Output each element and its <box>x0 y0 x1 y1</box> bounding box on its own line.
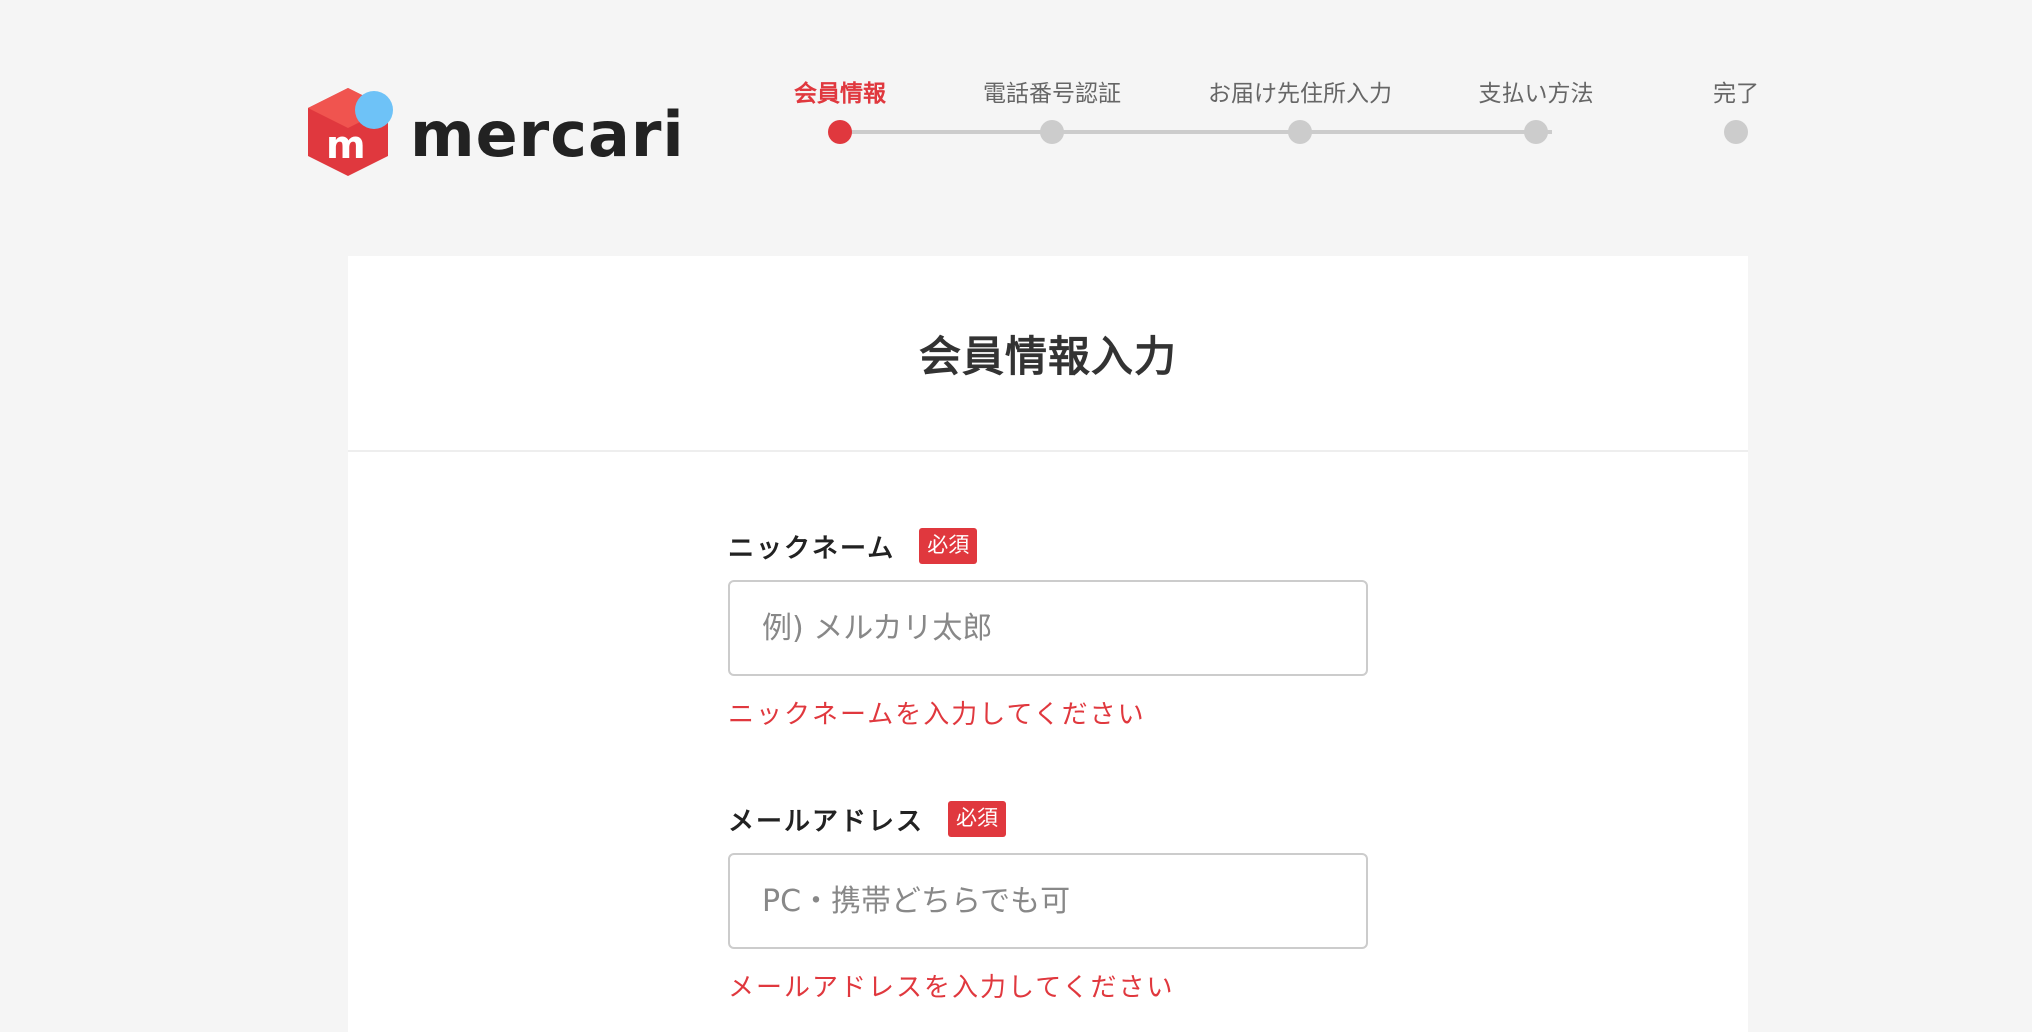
email-label-row: メールアドレス 必須 <box>728 799 1368 839</box>
nickname-input[interactable] <box>728 580 1368 676</box>
stepper-track <box>840 130 1552 134</box>
progress-stepper: 会員情報 電話番号認証 お届け先住所入力 支払い方法 完了 <box>0 0 2032 160</box>
email-label: メールアドレス <box>728 806 925 837</box>
email-input[interactable] <box>728 853 1368 949</box>
step-dot-member-info <box>828 120 852 144</box>
email-field-group: メールアドレス 必須 メールアドレスを入力してください <box>728 799 1368 1004</box>
registration-card: 会員情報入力 ニックネーム 必須 ニックネームを入力してください メールアドレス… <box>348 256 1748 1032</box>
step-label-address-input: お届け先住所入力 <box>1208 81 1392 107</box>
step-label-phone-verification: 電話番号認証 <box>983 81 1121 107</box>
step-label-complete: 完了 <box>1713 81 1759 107</box>
nickname-label: ニックネーム <box>728 533 896 564</box>
step-label-payment-method: 支払い方法 <box>1478 81 1594 107</box>
step-label-member-info: 会員情報 <box>794 81 886 107</box>
card-header: 会員情報入力 <box>348 256 1748 452</box>
step-dot-phone-verification <box>1040 120 1064 144</box>
email-required-badge: 必須 <box>948 801 1007 837</box>
nickname-field-group: ニックネーム 必須 ニックネームを入力してください <box>728 526 1368 731</box>
page: m mercari 会員情報 電話番号認証 お届け先住所入力 支払い方法 完了 … <box>0 0 2032 1032</box>
page-title: 会員情報入力 <box>918 331 1177 381</box>
email-error-message: メールアドレスを入力してください <box>728 973 1175 1003</box>
nickname-error-message: ニックネームを入力してください <box>728 700 1146 730</box>
member-info-form: ニックネーム 必須 ニックネームを入力してください メールアドレス 必須 メール… <box>728 526 1368 1032</box>
step-dot-address-input <box>1288 120 1312 144</box>
nickname-label-row: ニックネーム 必須 <box>728 526 1368 566</box>
step-dot-complete <box>1724 120 1748 144</box>
nickname-required-badge: 必須 <box>919 528 978 564</box>
step-dot-payment-method <box>1524 120 1548 144</box>
